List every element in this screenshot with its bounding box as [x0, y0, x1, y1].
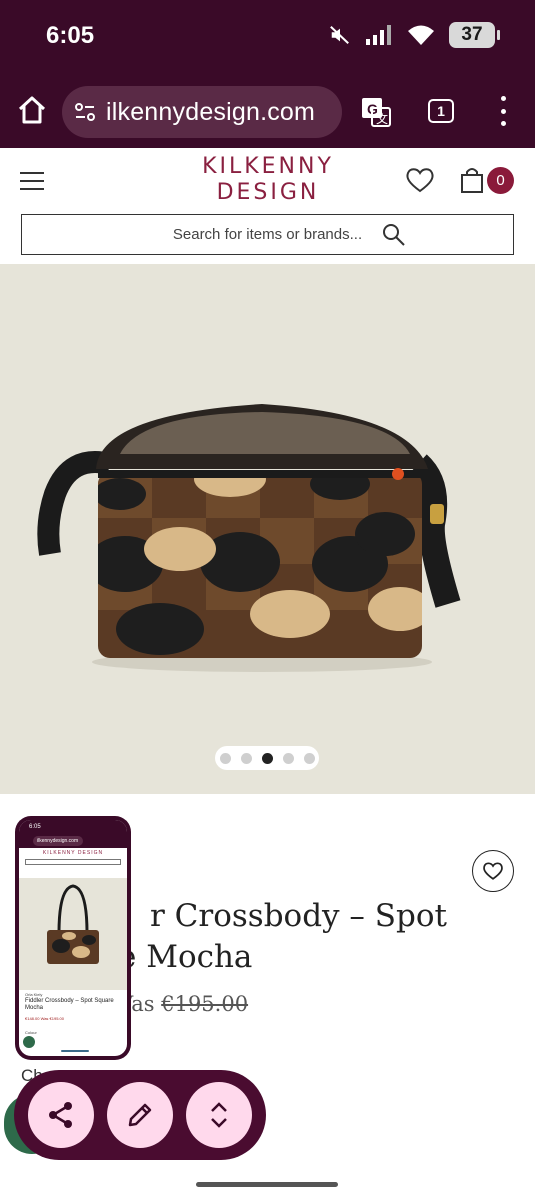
browser-toolbar: ilkennydesign.com G 文 1	[0, 76, 535, 148]
thumbnail-colour: Colour	[25, 1030, 37, 1035]
screenshot-thumbnail[interactable]: 6:05 ilkennydesign.com KILKENNY DESIGN O…	[15, 816, 131, 1060]
thumbnail-fab	[23, 1036, 35, 1048]
status-bar: 6:05 37	[0, 0, 535, 76]
expand-icon	[210, 1102, 227, 1128]
thumbnail-handle	[61, 1050, 89, 1052]
gallery-dot[interactable]	[240, 752, 252, 764]
site-header: KILKENNY DESIGN Search for items or bran…	[0, 148, 535, 264]
product-image-gallery[interactable]	[0, 264, 535, 794]
search-icon[interactable]	[382, 223, 406, 247]
mute-icon	[330, 26, 349, 44]
status-time: 6:05	[46, 22, 95, 49]
gallery-dot[interactable]	[303, 752, 315, 764]
svg-text:文: 文	[376, 111, 388, 126]
was-price-amount: €195.00	[161, 992, 249, 1016]
status-icons: 37	[329, 22, 500, 48]
address-bar[interactable]: ilkennydesign.com	[62, 86, 342, 138]
gesture-navigation-bar[interactable]	[196, 1182, 338, 1187]
product-title-line-1: r Crossbody – Spot	[150, 898, 447, 934]
thumbnail-title: Fiddler Crossbody – Spot Square Mocha	[25, 998, 114, 1011]
search-input[interactable]: Search for items or brands...	[21, 214, 514, 255]
thumbnail-content: 6:05 ilkennydesign.com KILKENNY DESIGN O…	[19, 820, 127, 1056]
cart-count-badge: 0	[487, 167, 514, 194]
logo-line-1: KILKENNY	[202, 154, 334, 179]
logo-line-2: DESIGN	[216, 180, 320, 205]
tab-switcher-button[interactable]: 1	[428, 99, 454, 123]
overflow-menu-icon[interactable]	[494, 96, 512, 126]
edit-icon	[128, 1103, 152, 1127]
wifi-icon	[408, 25, 434, 45]
gallery-dot-active[interactable]	[261, 752, 273, 764]
signal-icon	[366, 25, 391, 45]
heart-icon	[483, 862, 503, 880]
gallery-pagination[interactable]	[215, 746, 319, 770]
gallery-dot[interactable]	[282, 752, 294, 764]
edit-button[interactable]	[106, 1082, 173, 1148]
hamburger-menu-icon[interactable]	[20, 172, 44, 190]
thumbnail-browser-bar: ilkennydesign.com	[19, 834, 127, 848]
site-settings-icon[interactable]	[74, 102, 96, 122]
product-title-line-2: e Mocha	[118, 939, 253, 975]
translate-icon[interactable]: G 文	[360, 96, 392, 128]
thumbnail-status-time: 6:05	[19, 820, 127, 834]
search-placeholder: Search for items or brands...	[172, 226, 363, 243]
gallery-dot[interactable]	[219, 752, 231, 764]
thumbnail-price: €148.00 Was €195.00	[25, 1016, 64, 1021]
home-icon[interactable]	[16, 94, 48, 126]
share-icon	[49, 1102, 73, 1128]
expand-button[interactable]	[185, 1082, 252, 1148]
thumbnail-url: ilkennydesign.com	[33, 836, 83, 846]
thumbnail-brand: Orla Kiely	[25, 992, 43, 997]
was-price: Vas €195.00	[118, 992, 248, 1016]
wishlist-heart-icon[interactable]	[405, 166, 435, 194]
thumbnail-logo: KILKENNY DESIGN	[42, 850, 104, 856]
page: 6:05 37 ilkennydesign.com G 文 1 KILKENNY…	[0, 0, 535, 1200]
thumbnail-product-image	[19, 878, 127, 990]
screenshot-action-bar	[14, 1070, 266, 1160]
site-logo[interactable]: KILKENNY DESIGN	[180, 154, 356, 206]
share-button[interactable]	[28, 1082, 95, 1148]
thumbnail-search	[25, 859, 121, 865]
battery-indicator: 37	[449, 22, 500, 48]
add-to-wishlist-button[interactable]	[472, 850, 514, 892]
shopping-bag-icon[interactable]	[458, 166, 486, 194]
product-image	[37, 404, 461, 672]
url-text[interactable]: ilkennydesign.com	[106, 98, 315, 127]
